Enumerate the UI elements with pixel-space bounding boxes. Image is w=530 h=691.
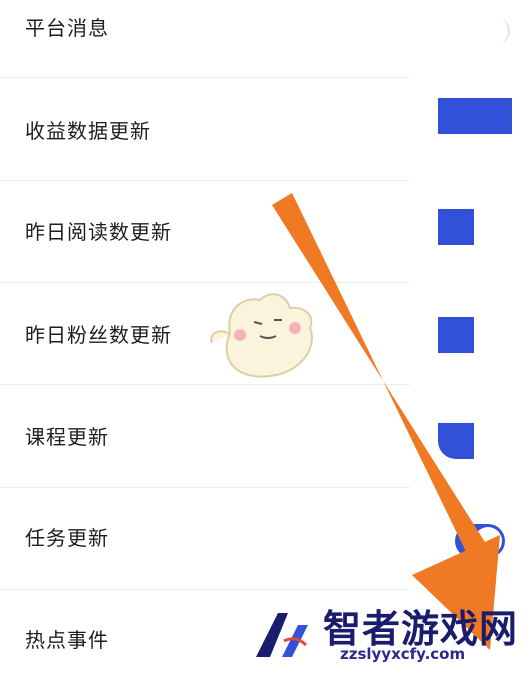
mascot-sticker-icon — [210, 293, 313, 378]
toggle-switch[interactable] — [438, 98, 512, 134]
setting-row-yesterday-reads[interactable]: 昨日阅读数更新 — [0, 181, 530, 282]
toggle-knob — [474, 527, 502, 555]
toggle-switch[interactable] — [455, 524, 505, 558]
setting-label: 昨日阅读数更新 — [25, 220, 172, 244]
toggle-switch[interactable] — [438, 317, 474, 353]
setting-row-course-updates[interactable]: 课程更新 — [0, 385, 530, 486]
toggle-switch[interactable] — [488, 18, 510, 44]
watermark: 智者游戏网 zzslyyxcfy.com — [248, 595, 530, 671]
toggle-switch[interactable] — [438, 209, 474, 245]
toggle-switch[interactable] — [438, 423, 474, 459]
setting-label: 任务更新 — [25, 526, 109, 550]
watermark-logo-icon — [256, 613, 308, 657]
setting-label: 平台消息 — [25, 16, 109, 40]
setting-label: 收益数据更新 — [25, 119, 151, 143]
setting-label: 课程更新 — [25, 425, 109, 449]
setting-row-revenue-data[interactable]: 收益数据更新 — [0, 78, 530, 179]
setting-row-task-updates[interactable]: 任务更新 — [0, 488, 530, 589]
watermark-url: zzslyyxcfy.com — [340, 645, 466, 663]
setting-label: 昨日粉丝数更新 — [25, 323, 172, 347]
setting-label: 热点事件 — [25, 628, 109, 652]
